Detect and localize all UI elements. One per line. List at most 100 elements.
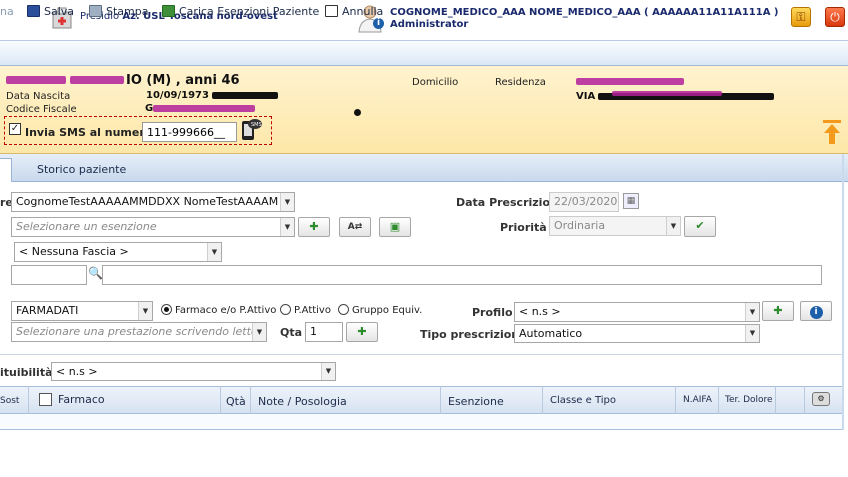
source-select[interactable]: FARMADATI ▼	[11, 301, 153, 321]
tab-active-partial[interactable]	[0, 158, 12, 182]
prescription-date-label: Data Prescrizioni	[456, 196, 562, 209]
qty-label: Qta	[280, 326, 303, 339]
toolbar	[0, 40, 848, 66]
col-note[interactable]: Note / Posologia	[258, 395, 347, 408]
info-icon[interactable]: i	[373, 18, 384, 29]
fiscal-code-label: Codice Fiscale	[6, 104, 77, 115]
col-separator	[804, 386, 805, 414]
free-search-input[interactable]	[102, 265, 822, 285]
redacted-address-overlay	[612, 91, 722, 96]
exemption-placeholder: Selezionare un esenzione	[16, 220, 157, 233]
plus-icon: ✚	[773, 304, 783, 317]
priority-value: Ordinaria	[554, 219, 606, 232]
tab-bar	[0, 154, 848, 182]
substitutability-select[interactable]: < n.s > ▼	[51, 362, 336, 381]
add-service-button[interactable]: ✚	[346, 322, 378, 342]
grid-settings-icon[interactable]: ⚙	[812, 392, 830, 406]
profile-info-button[interactable]: i	[800, 301, 832, 321]
patient-select-value: CognomeTestAAAAAMMDDXX NomeTestAAAAM	[16, 195, 279, 208]
radio-drug-label: Farmaco e/o P.Attivo	[175, 305, 277, 316]
qty-input[interactable]: 1	[305, 322, 343, 342]
print-button[interactable]: Stampa	[89, 5, 148, 18]
info-icon: i	[809, 306, 823, 319]
source-select-value: FARMADATI	[16, 304, 79, 317]
col-ter-dolore[interactable]: Ter. Dolore	[725, 395, 773, 405]
band-select[interactable]: < Nessuna Fascia > ▼	[14, 242, 222, 262]
residence-label: Residenza	[495, 77, 546, 88]
priority-select[interactable]: Ordinaria ▼	[549, 216, 681, 236]
chevron-down-icon: ▼	[280, 218, 294, 236]
chevron-down-icon: ▼	[666, 217, 680, 235]
prescription-type-value: Automatico	[519, 327, 583, 340]
printer-icon	[89, 5, 102, 17]
sms-label: Invia SMS al numero	[25, 126, 153, 139]
code-input[interactable]	[11, 265, 87, 285]
abc-search-icon: A⇄	[347, 222, 363, 232]
chevron-down-icon: ▼	[745, 303, 759, 321]
radio-drug[interactable]	[161, 304, 172, 315]
fiscal-code-prefix: G	[145, 103, 154, 114]
col-sost[interactable]: Sost	[0, 396, 19, 406]
redaction-dot	[354, 109, 361, 116]
col-esenzione[interactable]: Esenzione	[448, 395, 504, 408]
doctor-role: Administrator	[390, 19, 469, 30]
cancel-button[interactable]: Annulla	[325, 5, 383, 18]
service-select[interactable]: Selezionare una prestazione scrivendo le…	[11, 322, 267, 342]
radio-group[interactable]	[338, 304, 349, 315]
scroll-up-arrow-icon[interactable]	[822, 119, 842, 145]
add-profile-button[interactable]: ✚	[762, 301, 794, 321]
sms-checkbox[interactable]: ✓	[9, 123, 21, 135]
band-select-value: < Nessuna Fascia >	[19, 245, 129, 258]
substitutability-label: ituibilità:	[0, 366, 57, 379]
search-icon[interactable]: 🔍	[88, 266, 103, 280]
confirm-priority-button[interactable]: ✔	[684, 216, 716, 237]
prescription-type-select[interactable]: Automatico ▼	[514, 324, 760, 343]
domicile-label: Domicilio	[412, 77, 459, 88]
sms-phone-icon[interactable]: SMS	[240, 117, 262, 141]
tab-storico-paziente[interactable]: Storico paziente	[37, 163, 126, 176]
redacted-birthplace	[212, 92, 278, 99]
select-all-checkbox[interactable]	[39, 393, 52, 406]
users-icon	[162, 5, 175, 17]
chevron-down-icon: ▼	[280, 193, 294, 211]
change-password-key-icon[interactable]: ⚿	[791, 7, 811, 27]
profile-value: < n.s >	[519, 305, 561, 318]
check-icon: ✔	[695, 219, 705, 232]
birth-date-label: Data Nascita	[6, 91, 71, 102]
redacted-residence-city	[576, 78, 684, 85]
prescription-date-input[interactable]: 22/03/2020	[549, 192, 619, 212]
panel-right-edge	[842, 154, 844, 430]
col-separator	[775, 386, 776, 414]
add-image-button[interactable]: ▣	[379, 217, 411, 237]
save-button[interactable]: Salva	[27, 5, 74, 18]
col-separator	[220, 386, 221, 414]
svg-text:SMS: SMS	[251, 122, 262, 128]
add-exemption-button[interactable]: ✚	[298, 217, 330, 237]
calendar-icon[interactable]: ▦	[623, 193, 639, 209]
exemption-select[interactable]: Selezionare un esenzione ▼	[11, 217, 295, 237]
col-naifa[interactable]: N.AIFA	[683, 395, 712, 405]
save-label: Salva	[44, 5, 75, 18]
birth-date-value: 10/09/1973	[146, 90, 209, 101]
qty-value: 1	[310, 325, 317, 338]
logout-power-icon[interactable]: ⏻	[825, 7, 845, 27]
radio-group-label: Gruppo Equiv.	[352, 305, 423, 316]
patient-name-suffix: IO (M) , anni 46	[126, 73, 240, 88]
toolbar-partial-item[interactable]: na	[0, 5, 14, 18]
profile-select[interactable]: < n.s > ▼	[514, 302, 760, 322]
load-exemptions-label: Carica Esenzioni Paziente	[179, 5, 320, 18]
prescription-date-value: 22/03/2020	[554, 195, 618, 208]
priority-label: Priorità	[500, 221, 547, 234]
print-label: Stampa	[106, 5, 149, 18]
col-qta[interactable]: Qtà	[226, 395, 246, 408]
abc-search-button[interactable]: A⇄	[339, 217, 371, 237]
undo-icon	[325, 5, 338, 17]
col-farmaco[interactable]: Farmaco	[58, 393, 105, 406]
profile-label: Profilo	[472, 306, 513, 319]
radio-active[interactable]	[280, 304, 291, 315]
sms-number-input[interactable]	[142, 122, 237, 142]
col-classe[interactable]: Classe e Tipo	[550, 395, 616, 406]
chevron-down-icon: ▼	[321, 363, 335, 380]
load-exemptions-button[interactable]: Carica Esenzioni Paziente	[162, 5, 319, 18]
patient-select[interactable]: CognomeTestAAAAAMMDDXX NomeTestAAAAM ▼	[11, 192, 295, 212]
